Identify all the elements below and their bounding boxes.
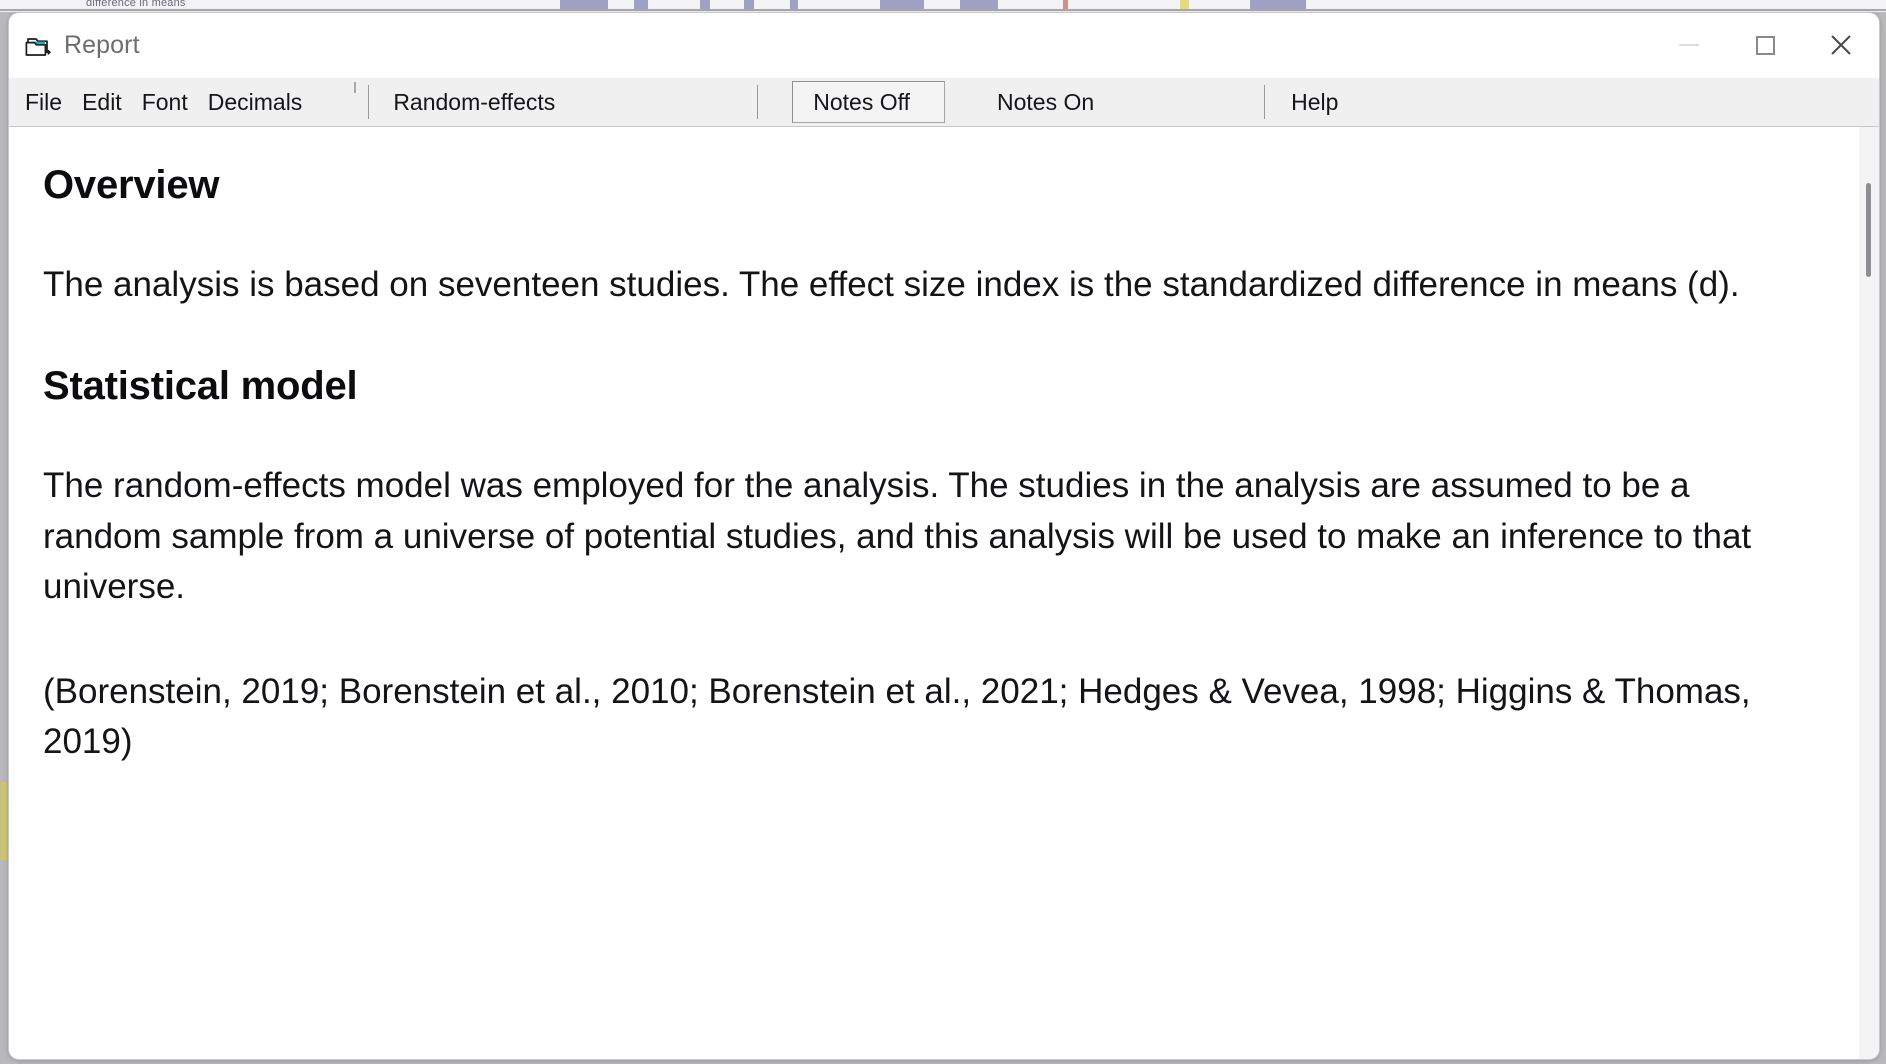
desktop-highlight-sliver <box>1 782 7 860</box>
menu-item-decimals[interactable]: Decimals <box>198 78 313 126</box>
title-bar-left: Report <box>9 31 140 60</box>
section-heading-statistical-model: Statistical model <box>43 364 358 409</box>
report-content-area: Overview The analysis is based on sevent… <box>9 127 1879 1059</box>
menu-item-help[interactable]: Help <box>1265 78 1348 126</box>
references-paragraph: (Borenstein, 2019; Borenstein et al., 20… <box>43 671 1751 761</box>
minimize-icon <box>1679 44 1699 46</box>
screen: difference in means Report File Edit Fon… <box>0 0 1886 1064</box>
menu-item-edit[interactable]: Edit <box>72 78 132 126</box>
desktop-right-edge <box>1882 12 1886 1064</box>
scrollbar-thumb[interactable] <box>1866 183 1871 277</box>
menu-spacer-5 <box>1114 78 1264 126</box>
menu-spacer-3 <box>758 78 792 126</box>
desktop-left-edge <box>0 12 8 1064</box>
close-button[interactable] <box>1803 13 1879 77</box>
close-icon <box>1831 35 1851 55</box>
overview-paragraph: The analysis is based on seventeen studi… <box>43 265 1740 304</box>
menu-item-notes-off[interactable]: Notes Off <box>792 81 945 123</box>
maximize-icon <box>1755 35 1775 55</box>
menu-item-font[interactable]: Font <box>132 78 198 126</box>
minimize-button[interactable] <box>1651 13 1727 77</box>
menu-spacer-4 <box>945 78 979 126</box>
menu-spacer-1 <box>312 78 368 126</box>
report-folder-icon <box>25 35 51 57</box>
report-document: Overview The analysis is based on sevent… <box>9 127 1879 1059</box>
section-heading-overview: Overview <box>43 163 220 207</box>
window-controls <box>1651 13 1879 77</box>
background-window-strip: difference in means <box>0 0 1886 12</box>
menu-item-file[interactable]: File <box>9 78 72 126</box>
menu-item-notes-on[interactable]: Notes On <box>979 78 1114 126</box>
vertical-scrollbar[interactable] <box>1859 127 1879 1059</box>
menu-item-random-effects[interactable]: Random-effects <box>369 78 565 126</box>
background-window-label: difference in means <box>86 0 186 9</box>
menu-bar: File Edit Font Decimals Random-effects N… <box>9 78 1879 127</box>
report-window: Report File Edit Font Decimals Random-ef… <box>8 12 1880 1060</box>
statistical-model-paragraph: The random-effects model was employed fo… <box>43 466 1752 607</box>
title-bar: Report <box>9 13 1879 78</box>
menu-group-left: File Edit Font Decimals <box>9 78 312 126</box>
menu-spacer-2 <box>565 78 757 126</box>
maximize-button[interactable] <box>1727 13 1803 77</box>
window-title: Report <box>64 31 140 59</box>
menu-tick-marker <box>354 82 356 93</box>
